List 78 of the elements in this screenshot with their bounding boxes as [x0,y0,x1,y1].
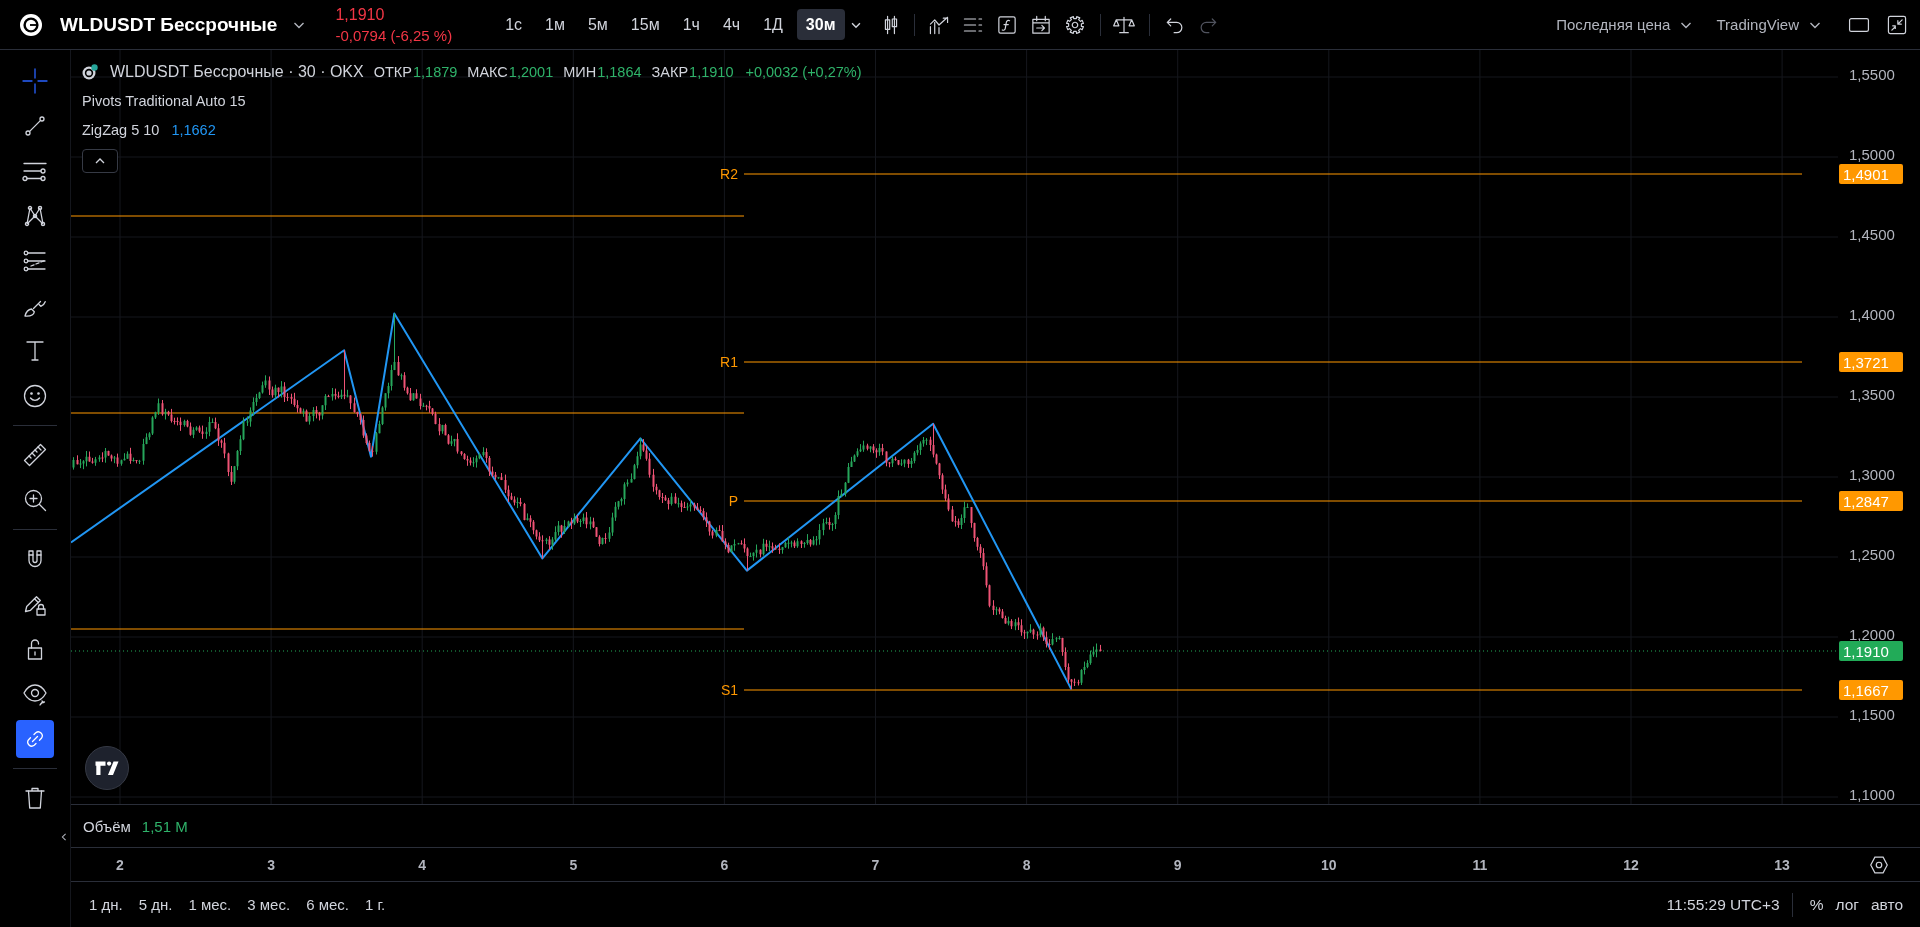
time-axis-label: 11 [1472,857,1488,873]
ohlc-value: 1,2001 [508,63,554,80]
time-axis-label: 2 [116,857,124,873]
price-source-dropdown[interactable]: Последняя цена [1556,16,1695,33]
indicator-value: 1,1662 [171,121,216,138]
ohlc-label: ЗАКР [651,63,689,80]
interval-tab[interactable]: 4ч [713,9,750,40]
ohlc-label: МИН [563,63,597,80]
price-axis-label: 1,5500 [1849,65,1895,83]
legend-change: +0,0032 (+0,27%) [745,63,862,80]
ohlc-label: ОТКР [373,63,412,80]
price-axis-label: 1,3500 [1849,385,1895,403]
range-button[interactable]: 6 мес. [298,889,357,920]
last-price: 1,1910 [335,4,386,25]
interval-tab[interactable]: 1Д [754,9,792,40]
price-axis-label: 1,3000 [1849,465,1895,483]
ohlc-value: 1,1864 [597,63,642,80]
interval-tab[interactable]: 15м [621,9,669,40]
time-axis-label: 5 [569,857,578,873]
pivot-label: P [728,493,738,509]
price-tag: 1,1667 [1839,680,1903,700]
ohlc-value: 1,1910 [689,63,734,80]
pivot-label: R1 [720,354,738,370]
smiley-icon [21,382,49,410]
scale-button[interactable]: % [1803,889,1830,920]
price-change: -0,0794 (-6,25 %) [335,25,453,46]
price-tag: 1,2847 [1839,491,1903,511]
price-axis-label: 1,5000 [1849,145,1895,163]
price-axis-label: 1,2500 [1849,545,1895,563]
time-axis-label: 6 [720,857,729,873]
layout-dropdown[interactable]: TradingView [1716,16,1823,33]
clock: 11:55:29 UTC+3 [1666,895,1780,914]
price-axis-label: 1,1500 [1849,705,1895,723]
price-axis-label: 1,4000 [1849,305,1895,323]
coin-logo-icon [20,13,42,36]
legend-toggle-button[interactable] [82,149,118,173]
volume-value: 1,51 M [141,817,188,835]
interval-tab[interactable]: 5м [578,9,617,40]
chevron-up-icon [94,157,106,165]
price-axis-label: 1,1000 [1849,785,1895,803]
time-axis-label: 12 [1623,857,1639,873]
time-axis-label: 10 [1321,857,1337,873]
crosshair-icon [21,67,49,95]
coin-logo-icon [82,63,98,80]
range-button[interactable]: 1 г. [356,889,394,920]
legend-title: WLDUSDT Бессрочные · 30 · OKX [110,62,364,81]
volume-label: Объём [83,817,131,835]
symbol-button[interactable]: WLDUSDT Бессрочные [60,13,308,36]
time-axis-label: 7 [871,857,880,873]
time-axis-label: 3 [267,857,275,873]
indicator-name[interactable]: ZigZag 5 10 [82,121,160,138]
time-axis-label: 8 [1022,857,1031,873]
range-button[interactable]: 1 дн. [81,889,131,920]
interval-tab[interactable]: 1с [496,9,532,40]
range-button[interactable]: 3 мес. [239,889,299,920]
price-axis-label: 1,2000 [1849,625,1895,643]
price-tag: 1,4901 [1839,164,1903,184]
price-tag: 1,1910 [1839,641,1903,661]
interval-tab[interactable]: 1ч [673,9,709,40]
scale-button[interactable]: лог [1829,889,1865,920]
interval-tab[interactable]: 1м [536,9,574,40]
price-tag: 1,3721 [1839,352,1903,372]
price-axis-label: 1,4500 [1849,225,1895,243]
pivot-label: R2 [720,166,738,182]
range-button[interactable]: 1 мес. [180,889,240,920]
time-axis-label: 9 [1173,857,1182,873]
chevron-left-icon[interactable] [60,831,68,843]
pivot-label: S1 [720,682,738,698]
range-button[interactable]: 5 дн. [130,889,181,920]
ohlc-value: 1,1879 [412,63,458,80]
time-axis-label: 13 [1774,857,1790,873]
ruler-icon [21,441,49,469]
time-axis-label: 4 [418,857,427,873]
indicator-name[interactable]: Pivots Traditional Auto 15 [82,92,246,109]
scale-button[interactable]: авто [1864,889,1909,920]
ohlc-label: МАКС [467,63,508,80]
interval-tab[interactable]: 30м [796,9,845,40]
logo-icon[interactable] [85,746,129,790]
